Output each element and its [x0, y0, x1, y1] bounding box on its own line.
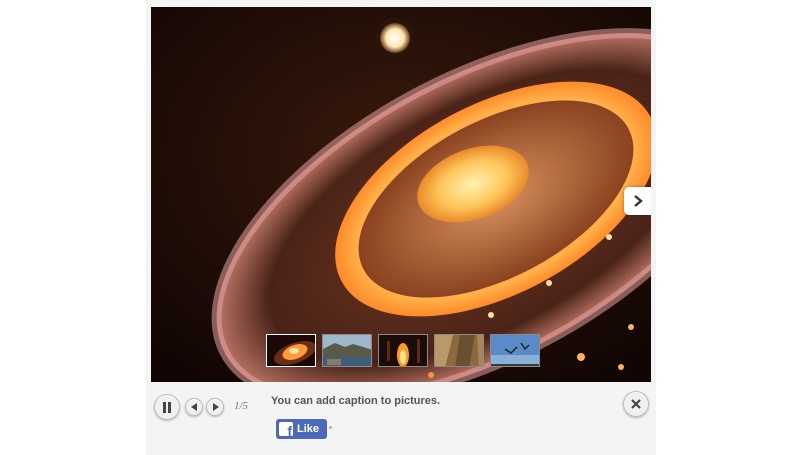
- prev-icon: [190, 403, 197, 411]
- next-button[interactable]: [206, 398, 224, 416]
- main-photo: [151, 7, 651, 382]
- next-icon: [212, 403, 219, 411]
- lightbox-controls: 1/5 You can add caption to pictures. f L…: [151, 382, 651, 455]
- previous-button[interactable]: [185, 398, 203, 416]
- thumb-sky[interactable]: [490, 334, 540, 367]
- thumb-ceiling-light[interactable]: [266, 334, 316, 367]
- pause-icon: [163, 401, 171, 413]
- close-icon: [631, 399, 641, 409]
- thumbnail-strip: [266, 334, 540, 369]
- chevron-right-icon: [633, 195, 643, 207]
- close-button[interactable]: [623, 391, 649, 417]
- facebook-icon: f: [279, 422, 293, 436]
- thumb-fire[interactable]: [378, 334, 428, 367]
- like-label: Like: [297, 423, 320, 435]
- thumb-coastline[interactable]: [322, 334, 372, 367]
- facebook-like-button[interactable]: f Like: [276, 419, 327, 439]
- pause-button[interactable]: [154, 394, 180, 420]
- thumb-rocks[interactable]: [434, 334, 484, 367]
- lightbox: 1/5 You can add caption to pictures. f L…: [146, 0, 656, 455]
- image-counter: 1/5: [234, 400, 249, 412]
- next-image-button[interactable]: [624, 187, 651, 215]
- photo-ceiling-light: [151, 7, 651, 382]
- like-count-dot: [329, 426, 332, 429]
- image-caption: You can add caption to pictures.: [271, 395, 441, 407]
